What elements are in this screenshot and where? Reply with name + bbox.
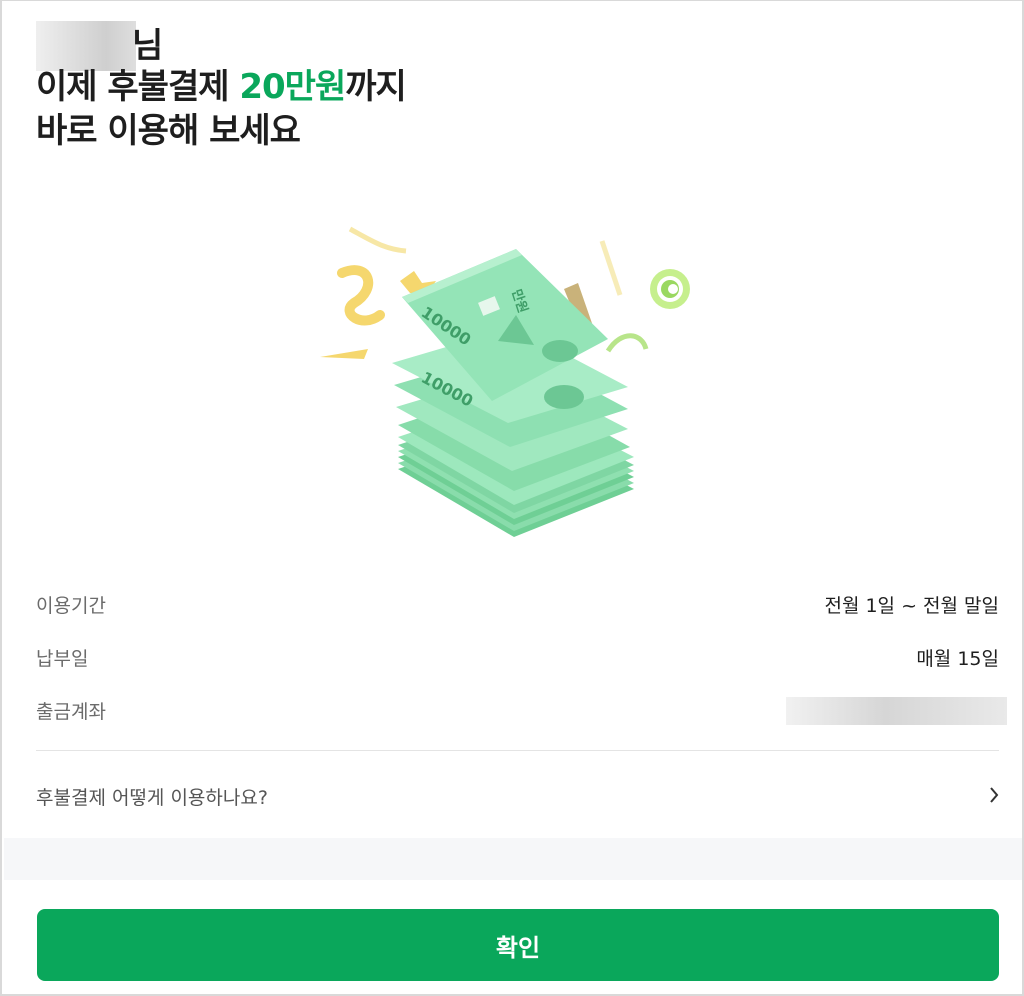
account-label: 출금계좌 (36, 701, 106, 723)
confetti-piece (320, 349, 368, 359)
confetti-streak (348, 226, 407, 254)
info-row-due-date: 납부일 매월 15일 (36, 632, 999, 685)
money-stack-icon: 10000 10000 만원 (320, 226, 690, 537)
confetti-streak (599, 240, 623, 296)
coin-icon (650, 269, 690, 309)
info-row-account: 출금계좌 (36, 685, 1007, 738)
limit-prefix: 이제 후불결제 (36, 67, 240, 107)
section-spacer (4, 838, 1022, 880)
help-link-label: 후불결제 어떻게 이용하나요? (36, 787, 268, 809)
confetti-ribbon (337, 265, 385, 326)
confirm-button[interactable]: 확인 (37, 909, 999, 981)
payment-info-list: 이용기간 전월 1일 ~ 전월 말일 납부일 매월 15일 출금계좌 (36, 579, 1007, 738)
greeting-limit-line: 이제 후불결제 20만원까지 (36, 65, 407, 109)
limit-amount: 20만원 (239, 67, 346, 107)
greeting-name-line: 님 (36, 21, 406, 71)
greeting-cta-line: 바로 이용해 보세요 (36, 111, 301, 151)
name-suffix: 님 (132, 26, 163, 66)
info-row-period: 이용기간 전월 1일 ~ 전월 말일 (36, 579, 999, 632)
due-date-label: 납부일 (36, 648, 89, 670)
confetti-ribbon (605, 333, 649, 353)
divider (36, 750, 999, 751)
period-label: 이용기간 (36, 595, 106, 617)
period-value: 전월 1일 ~ 전월 말일 (824, 595, 999, 617)
help-link[interactable]: 후불결제 어떻게 이용하나요? (36, 771, 999, 821)
account-value-redacted (786, 697, 1007, 725)
page-title: 님 이제 후불결제 20만원까지 바로 이용해 보세요 (36, 21, 407, 153)
due-date-value: 매월 15일 (916, 648, 999, 670)
app-frame: 님 이제 후불결제 20만원까지 바로 이용해 보세요 10000 10000 … (0, 0, 1024, 996)
chevron-right-icon (990, 787, 999, 803)
user-name-redacted (36, 21, 136, 71)
limit-suffix: 까지 (345, 67, 407, 107)
